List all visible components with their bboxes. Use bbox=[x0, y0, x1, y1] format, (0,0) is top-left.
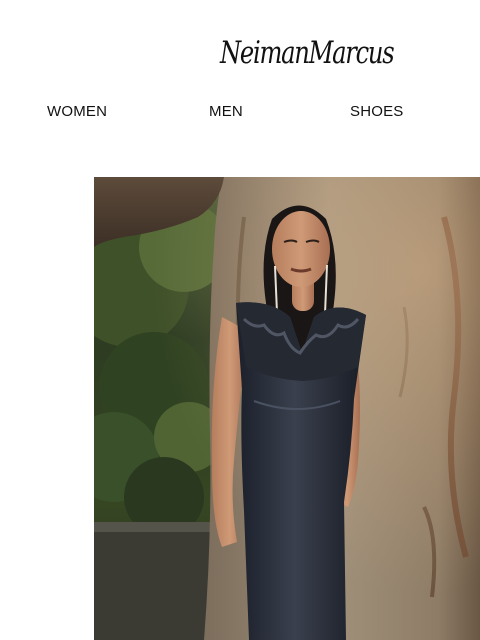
nav-link-women[interactable]: WOMEN bbox=[47, 96, 107, 128]
email-page: NeimanMarcus WOMEN MEN SHOES bbox=[0, 0, 480, 640]
main-nav: WOMEN MEN SHOES bbox=[0, 96, 480, 128]
neiman-marcus-logo[interactable]: NeimanMarcus bbox=[220, 22, 395, 84]
nav-link-men[interactable]: MEN bbox=[209, 96, 243, 128]
logo-wordmark: NeimanMarcus bbox=[220, 35, 395, 71]
hero-image-link[interactable] bbox=[94, 177, 480, 640]
nav-link-shoes[interactable]: SHOES bbox=[350, 96, 404, 128]
hero-photo bbox=[94, 177, 480, 640]
